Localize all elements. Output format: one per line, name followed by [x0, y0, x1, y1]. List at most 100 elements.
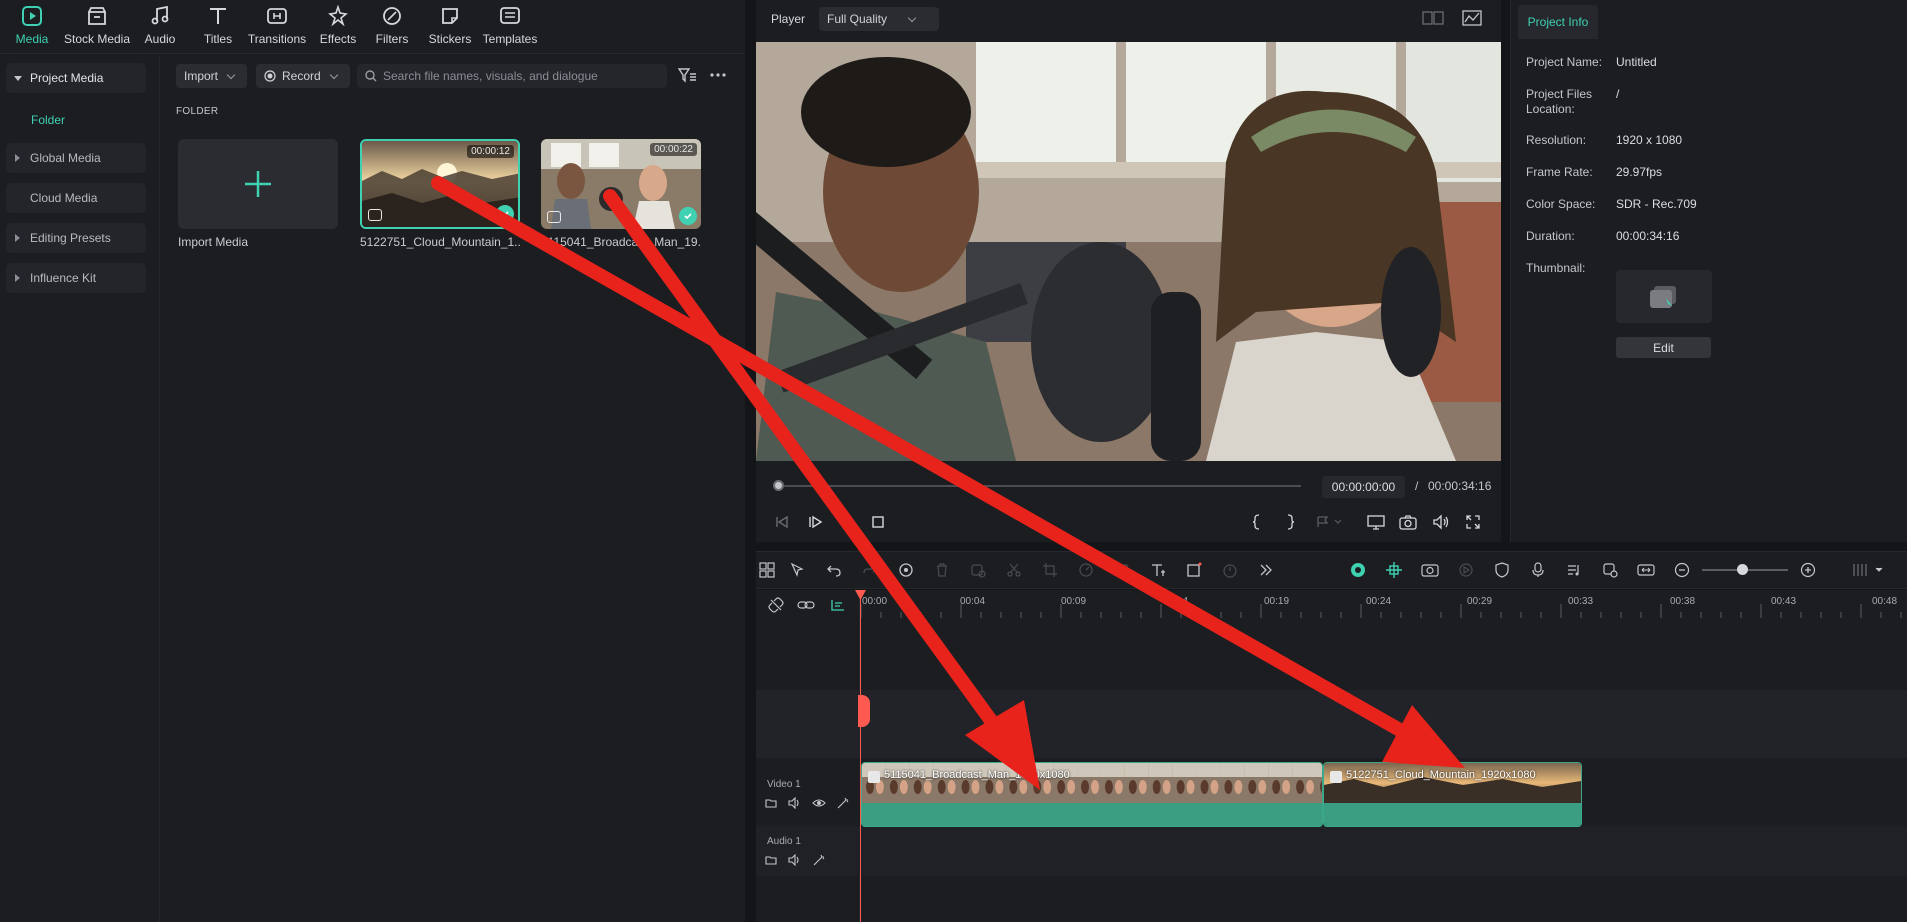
- mark-out-icon[interactable]: [1280, 512, 1300, 532]
- fullscreen-icon[interactable]: [1463, 512, 1483, 532]
- snapshot-icon[interactable]: [1398, 512, 1418, 532]
- speaker-icon[interactable]: [788, 854, 802, 866]
- nav-stock-media[interactable]: Stock Media: [62, 4, 132, 50]
- zoom-in-icon[interactable]: [1798, 560, 1818, 580]
- ripple-delete-icon[interactable]: [968, 560, 988, 580]
- auto-ripple-icon[interactable]: [1348, 560, 1368, 580]
- scope-icon[interactable]: [1462, 9, 1482, 27]
- mark-in-icon[interactable]: [1247, 512, 1267, 532]
- text-t-icon: [205, 4, 231, 28]
- nav-titles[interactable]: Titles: [200, 4, 236, 50]
- nav-templates[interactable]: Templates: [482, 4, 538, 50]
- text-icon[interactable]: [1148, 560, 1168, 580]
- timeline-clip-broadcast[interactable]: 5115041_Broadcast_Man_1920x1080: [861, 762, 1323, 827]
- undo-icon[interactable]: [824, 560, 844, 580]
- timecode-separator: /: [1415, 479, 1419, 493]
- quality-dropdown[interactable]: Full Quality: [819, 7, 939, 31]
- empty-track[interactable]: [756, 690, 1907, 758]
- nav-effects[interactable]: Effects: [318, 4, 358, 50]
- sidebar-item-influence-kit[interactable]: Influence Kit: [6, 263, 146, 293]
- snap-icon[interactable]: [1384, 560, 1404, 580]
- ruler-label: 00:00: [862, 596, 888, 607]
- sidebar-item-label: Global Media: [30, 151, 101, 165]
- chevron-down-icon: [226, 70, 236, 79]
- split-icon[interactable]: [1004, 560, 1024, 580]
- speaker-icon[interactable]: [788, 797, 802, 809]
- fit-timeline-icon[interactable]: [1636, 560, 1656, 580]
- current-timecode[interactable]: 00:00:00:00: [1322, 476, 1405, 498]
- play-icon[interactable]: [806, 512, 826, 532]
- playhead[interactable]: [860, 590, 861, 922]
- filter-icon[interactable]: [677, 66, 697, 84]
- crop-icon[interactable]: [1040, 560, 1060, 580]
- sidebar-item-cloud-media[interactable]: Cloud Media: [6, 183, 146, 213]
- more-tools-icon[interactable]: [1256, 560, 1276, 580]
- search-box[interactable]: [357, 64, 667, 88]
- layout-icon[interactable]: [757, 560, 777, 580]
- nav-filters[interactable]: Filters: [374, 4, 410, 50]
- magic-wand-icon[interactable]: [812, 854, 826, 866]
- info-value: 1920 x 1080: [1616, 133, 1683, 147]
- shield-icon[interactable]: [1492, 560, 1512, 580]
- link-icon[interactable]: [796, 595, 816, 615]
- filmstrip-person: [1272, 780, 1281, 794]
- nav-transitions[interactable]: Transitions: [247, 4, 307, 50]
- import-media-card[interactable]: [178, 139, 338, 229]
- scrub-bar[interactable]: [776, 485, 1301, 487]
- redo-icon[interactable]: [860, 560, 880, 580]
- crop-frame-icon[interactable]: [1184, 560, 1204, 580]
- display-icon[interactable]: [1366, 512, 1386, 532]
- more-options-icon[interactable]: [709, 66, 727, 84]
- player-label: Player: [771, 12, 806, 26]
- marker-dropdown-icon[interactable]: [1313, 512, 1347, 532]
- replace-icon[interactable]: [1600, 560, 1620, 580]
- transform-icon[interactable]: [1112, 560, 1132, 580]
- nav-audio[interactable]: Audio: [142, 4, 178, 50]
- filmstrip-person: [961, 780, 970, 794]
- nav-media[interactable]: Media: [12, 4, 52, 50]
- ai-tools-icon[interactable]: [896, 560, 916, 580]
- timeline-clip-cloud-mountain[interactable]: 5122751_Cloud_Mountain_1920x1080: [1323, 762, 1582, 827]
- microphone-icon[interactable]: [1528, 560, 1548, 580]
- sidebar-item-global-media[interactable]: Global Media: [6, 143, 146, 173]
- edit-thumbnail-button[interactable]: Edit: [1616, 337, 1711, 358]
- audio-list-icon[interactable]: [1564, 560, 1584, 580]
- record-dropdown[interactable]: Record: [256, 64, 350, 88]
- unlink-icon[interactable]: [766, 595, 786, 615]
- magic-wand-icon[interactable]: [836, 797, 850, 809]
- sidebar-folder-link[interactable]: Folder: [31, 113, 65, 127]
- video-preview[interactable]: [756, 42, 1501, 461]
- render-preview-icon[interactable]: [1420, 560, 1440, 580]
- eye-icon[interactable]: [812, 797, 826, 809]
- playhead-marker[interactable]: [858, 695, 870, 727]
- scrub-handle[interactable]: [773, 480, 784, 491]
- total-timecode: 00:00:34:16: [1428, 479, 1492, 493]
- prev-frame-icon[interactable]: [772, 512, 792, 532]
- delete-icon[interactable]: [932, 560, 952, 580]
- audio-track[interactable]: [756, 826, 1907, 876]
- sidebar-item-project-media[interactable]: Project Media: [6, 63, 146, 93]
- select-tool-icon[interactable]: [788, 560, 808, 580]
- view-options-icon[interactable]: [1848, 560, 1888, 580]
- track-settings-icon[interactable]: [828, 595, 848, 615]
- media-thumbnail-broadcast-man[interactable]: 00:00:22: [541, 139, 701, 229]
- folder-icon[interactable]: [765, 854, 777, 866]
- tab-project-info[interactable]: Project Info: [1518, 5, 1598, 39]
- folder-icon[interactable]: [765, 797, 777, 809]
- import-dropdown[interactable]: Import: [176, 64, 247, 88]
- volume-icon[interactable]: [1431, 512, 1451, 532]
- search-input[interactable]: [383, 69, 663, 83]
- media-thumbnail-cloud-mountain[interactable]: 00:00:12: [360, 139, 520, 229]
- playback-loop-icon[interactable]: [1456, 560, 1476, 580]
- sidebar-item-editing-presets[interactable]: Editing Presets: [6, 223, 146, 253]
- timer-icon[interactable]: [1220, 560, 1240, 580]
- info-label: Project Name:: [1526, 55, 1603, 69]
- zoom-slider-handle[interactable]: [1737, 564, 1748, 575]
- nav-stickers[interactable]: Stickers: [427, 4, 473, 50]
- zoom-out-icon[interactable]: [1672, 560, 1692, 580]
- thumbnail-preview[interactable]: [1616, 270, 1712, 323]
- info-value: 00:00:34:16: [1616, 229, 1680, 243]
- grid-view-icon[interactable]: [1422, 9, 1444, 27]
- speed-icon[interactable]: [1076, 560, 1096, 580]
- stop-icon[interactable]: [868, 512, 888, 532]
